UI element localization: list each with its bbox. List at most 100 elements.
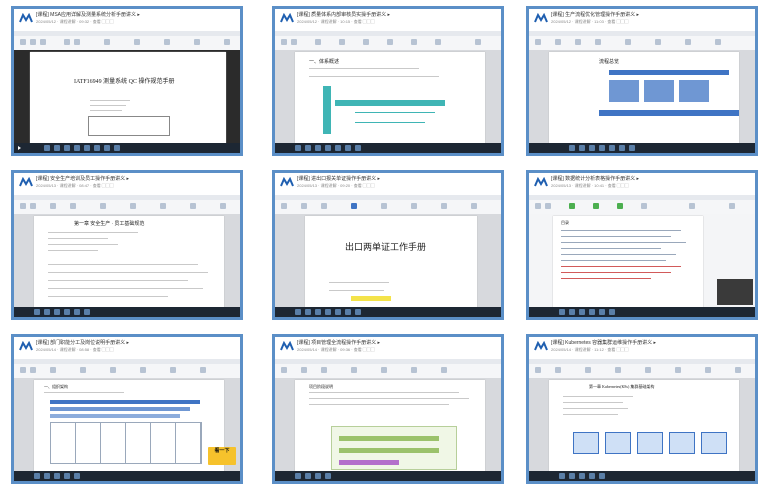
- tile-header: [课程] 生产流程优化管理操作手册讲义 ▸ 2024/05/12 · 课程讲解 …: [529, 9, 755, 31]
- brand-logo-icon: [19, 13, 33, 23]
- section-heading: 一、组织架构: [44, 384, 68, 389]
- tile-meta: 2024/05/14 · 课程讲解 · 09:36 · 查看 ▢▢▢: [297, 347, 375, 352]
- toolbar-ribbon: [14, 364, 240, 379]
- document-area: 项目阶段说明: [275, 378, 501, 475]
- tile-title[interactable]: [课程] 数据统计分析表格操作手册讲义 ▸: [551, 175, 639, 182]
- brand-logo-icon: [534, 341, 548, 351]
- tile-header: [课程] 质量体系内部审核员实操手册讲义 ▸ 2024/05/12 · 课程讲解…: [275, 9, 501, 31]
- document-page: 一、组织架构: [34, 380, 224, 475]
- cluster-node: [669, 432, 695, 454]
- list-heading: 目录: [561, 220, 569, 225]
- webcam-overlay: [717, 279, 753, 305]
- gantt-row: [339, 436, 439, 441]
- table-header-bar: [50, 400, 200, 404]
- tile-header: [课程] 进出口报关单证操作手册讲义 ▸ 2024/05/13 · 课程讲解 ·…: [275, 173, 501, 195]
- video-tile-3[interactable]: [课程] 生产流程优化管理操作手册讲义 ▸ 2024/05/12 · 课程讲解 …: [526, 6, 758, 156]
- cluster-node: [701, 432, 727, 454]
- tile-meta: 2024/05/13 · 课程讲解 · 08:47 · 查看 ▢▢▢: [36, 183, 114, 188]
- document-area: 一、组织架构 看一下: [14, 378, 240, 475]
- tile-title[interactable]: [课程] 安全生产培训及员工操作手册讲义 ▸: [36, 175, 129, 182]
- section-heading: 一、体系概述: [309, 60, 340, 65]
- tile-header: [课程] MSA应用详解及测量系统分析手册讲义 ▸ 2024/05/12 · 课…: [14, 9, 240, 31]
- toolbar-ribbon: [14, 36, 240, 51]
- tile-header: [课程] 部门职能分工及岗位说明手册讲义 ▸ 2024/05/14 · 课程讲解…: [14, 337, 240, 359]
- video-tile-7[interactable]: [课程] 部门职能分工及岗位说明手册讲义 ▸ 2024/05/14 · 课程讲解…: [11, 334, 243, 484]
- document-area: 出口两单证工作手册: [275, 214, 501, 311]
- table-header-bar: [50, 407, 190, 411]
- toolbar-ribbon: [275, 364, 501, 379]
- document-page: 流程总览: [549, 52, 739, 147]
- video-tile-8[interactable]: [课程] 项目管理全流程操作手册讲义 ▸ 2024/05/14 · 课程讲解 ·…: [272, 334, 504, 484]
- taskbar: [275, 471, 501, 481]
- tile-title[interactable]: [课程] 项目管理全流程操作手册讲义 ▸: [297, 339, 380, 346]
- document-page: 一、体系概述: [295, 52, 485, 147]
- toolbar-ribbon: [529, 36, 755, 51]
- table-header-bar: [50, 414, 180, 418]
- toolbar-ribbon: [275, 200, 501, 215]
- taskbar: [14, 471, 240, 481]
- tile-meta: 2024/05/13 · 课程讲解 · 10:41 · 查看 ▢▢▢: [551, 183, 629, 188]
- brand-logo-icon: [19, 177, 33, 187]
- video-tile-6[interactable]: [课程] 数据统计分析表格操作手册讲义 ▸ 2024/05/13 · 课程讲解 …: [526, 170, 758, 320]
- tile-title[interactable]: [课程] 质量体系内部审核员实操手册讲义 ▸: [297, 11, 390, 18]
- taskbar: [14, 307, 240, 317]
- document-page: IATF16949 测量系统 QC 操作规范手册: [30, 52, 226, 147]
- document-area: 流程总览: [529, 50, 755, 147]
- tile-header: [课程] Kubernetes 容器集群运维操作手册讲义 ▸ 2024/05/1…: [529, 337, 755, 359]
- document-title: IATF16949 测量系统 QC 操作规范手册: [74, 79, 175, 85]
- flow-box: [644, 80, 674, 102]
- tile-header: [课程] 安全生产培训及员工操作手册讲义 ▸ 2024/05/13 · 课程讲解…: [14, 173, 240, 195]
- toolbar-ribbon: [275, 36, 501, 51]
- diagram-bar: [323, 86, 331, 134]
- video-tile-2[interactable]: [课程] 质量体系内部审核员实操手册讲义 ▸ 2024/05/12 · 课程讲解…: [272, 6, 504, 156]
- brand-logo-icon: [534, 13, 548, 23]
- chapter-heading: 第一章 安全生产 · 员工基础规范: [74, 222, 145, 227]
- info-table: [88, 116, 170, 136]
- download-badge[interactable]: 看一下: [208, 447, 236, 465]
- tile-meta: 2024/05/13 · 课程讲解 · 09:20 · 查看 ▢▢▢: [297, 183, 375, 188]
- tile-title[interactable]: [课程] Kubernetes 容器集群运维操作手册讲义 ▸: [551, 339, 656, 346]
- document-page: 项目阶段说明: [295, 380, 485, 475]
- taskbar: [529, 471, 755, 481]
- cluster-node: [573, 432, 599, 454]
- video-tile-5[interactable]: [课程] 进出口报关单证操作手册讲义 ▸ 2024/05/13 · 课程讲解 ·…: [272, 170, 504, 320]
- cluster-node: [637, 432, 663, 454]
- taskbar: [275, 143, 501, 153]
- brand-logo-icon: [280, 177, 294, 187]
- gantt-row: [339, 448, 439, 453]
- brand-logo-icon: [280, 341, 294, 351]
- tile-title[interactable]: [课程] MSA应用详解及测量系统分析手册讲义 ▸: [36, 11, 140, 18]
- brand-logo-icon: [534, 177, 548, 187]
- flow-box: [679, 80, 709, 102]
- video-tile-1[interactable]: [课程] MSA应用详解及测量系统分析手册讲义 ▸ 2024/05/12 · 课…: [11, 6, 243, 156]
- video-tile-9[interactable]: [课程] Kubernetes 容器集群运维操作手册讲义 ▸ 2024/05/1…: [526, 334, 758, 484]
- gantt-row: [339, 460, 399, 465]
- tile-header: [课程] 数据统计分析表格操作手册讲义 ▸ 2024/05/13 · 课程讲解 …: [529, 173, 755, 195]
- tile-title[interactable]: [课程] 部门职能分工及岗位说明手册讲义 ▸: [36, 339, 129, 346]
- document-page: 目录: [553, 216, 703, 311]
- taskbar: [529, 143, 755, 153]
- document-area: 目录: [529, 214, 755, 311]
- taskbar: [275, 307, 501, 317]
- section-heading: 流程总览: [599, 60, 620, 65]
- toolbar-ribbon: [14, 200, 240, 215]
- tile-title[interactable]: [课程] 进出口报关单证操作手册讲义 ▸: [297, 175, 380, 182]
- document-page: 第一章 Kubernetes(K8s) 集群基础架构: [549, 380, 739, 475]
- toolbar-ribbon: [529, 200, 755, 215]
- document-page: 出口两单证工作手册: [305, 216, 477, 311]
- diagram-bar: [335, 100, 445, 106]
- document-page: 第一章 安全生产 · 员工基础规范: [34, 216, 224, 311]
- chapter-heading: 第一章 Kubernetes(K8s) 集群基础架构: [589, 384, 655, 389]
- tile-meta: 2024/05/14 · 课程讲解 · 08:58 · 查看 ▢▢▢: [36, 347, 114, 352]
- flow-box: [609, 70, 729, 75]
- play-icon[interactable]: [18, 146, 21, 150]
- org-table: [50, 422, 202, 464]
- tile-title[interactable]: [课程] 生产流程优化管理操作手册讲义 ▸: [551, 11, 639, 18]
- tile-meta: 2024/05/14 · 课程讲解 · 11:12 · 查看 ▢▢▢: [551, 347, 629, 352]
- cluster-node: [605, 432, 631, 454]
- video-tile-4[interactable]: [课程] 安全生产培训及员工操作手册讲义 ▸ 2024/05/13 · 课程讲解…: [11, 170, 243, 320]
- document-area: 第一章 安全生产 · 员工基础规范: [14, 214, 240, 311]
- taskbar: [529, 307, 755, 317]
- document-title: 出口两单证工作手册: [345, 242, 427, 252]
- flow-arrow: [599, 110, 739, 116]
